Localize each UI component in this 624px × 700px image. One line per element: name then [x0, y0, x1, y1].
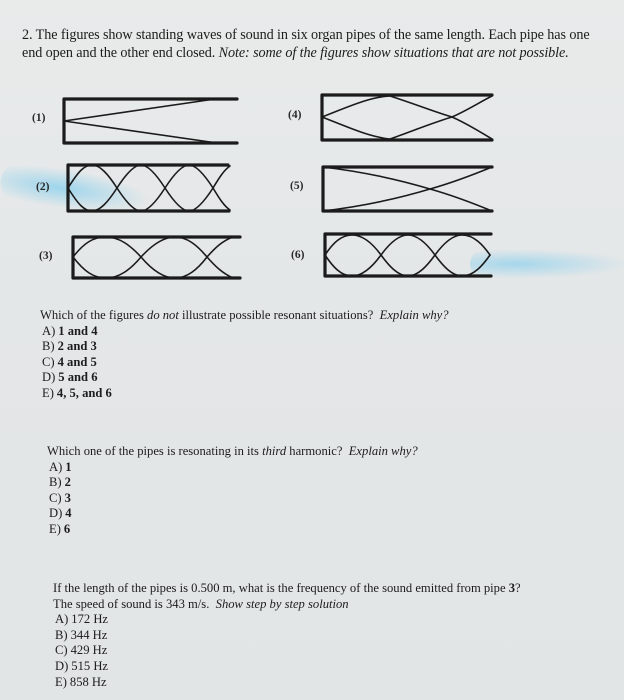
question-1: Which of the figures do not illustrate p… [40, 308, 600, 402]
question-3-stem-text: If the length of the pipes is 0.500 m, w… [53, 581, 509, 595]
option-value: 2 and 3 [57, 339, 97, 354]
question-3-option-e[interactable]: E) 858 Hz [53, 675, 618, 691]
question-1-emphasis: do not [147, 308, 179, 322]
question-2-option-d[interactable]: D) 4 [47, 506, 607, 522]
option-letter: E) [42, 385, 54, 400]
question-2-emphasis: third [262, 444, 287, 458]
pipe-2 [66, 163, 231, 213]
pipe-5-walls [321, 165, 494, 213]
option-value: 858 Hz [69, 674, 107, 689]
question-2-stem-text-end: harmonic? [286, 444, 343, 458]
pipe-4-wave-upper [321, 95, 493, 118]
option-value: 344 Hz [70, 627, 108, 642]
option-value: 172 Hz [71, 612, 109, 627]
question-1-stem-text: Which of the figures [40, 308, 148, 322]
option-letter: E) [55, 674, 67, 689]
question-3-stem-line-2: The speed of sound is 343 m/s. Show step… [53, 597, 618, 613]
question-1-option-d[interactable]: D) 5 and 6 [40, 370, 600, 386]
pipe-4-wave-lower [321, 116, 493, 140]
pipe-3 [71, 235, 242, 280]
pipe-6-walls [323, 232, 493, 278]
question-1-option-c[interactable]: C) 4 and 5 [40, 355, 600, 371]
option-value: 6 [63, 521, 71, 536]
option-value: 4, 5, and 6 [56, 385, 112, 400]
option-value: 4 and 5 [57, 354, 97, 369]
question-3-speed-text: The speed of sound is 343 m/s. [53, 596, 210, 611]
option-value: 1 and 4 [58, 323, 98, 338]
question-2-option-a[interactable]: A) 1 [47, 460, 607, 476]
question-2-stem-text: Which one of the pipes is resonating in … [47, 444, 263, 458]
question-2-explain: Explain why? [348, 444, 418, 458]
pipe-1 [62, 97, 239, 145]
pipe-5-wave-b [322, 188, 493, 212]
question-1-explain: Explain why? [379, 308, 449, 322]
option-letter: D) [42, 370, 56, 385]
question-3-option-d[interactable]: D) 515 Hz [53, 659, 618, 675]
option-letter: E) [49, 521, 61, 536]
pipe-1-walls [62, 97, 239, 145]
option-letter: C) [49, 490, 62, 505]
pipe-2-wave-upper [67, 164, 231, 189]
pipe-4 [320, 93, 494, 142]
question-2-option-b[interactable]: B) 2 [47, 475, 607, 491]
option-value: 5 and 6 [58, 370, 98, 385]
pipe-6-wave-lower [324, 254, 491, 277]
pipe-6 [323, 232, 493, 278]
question-3-option-c[interactable]: C) 429 Hz [53, 643, 618, 659]
question-1-option-a[interactable]: A) 1 and 4 [40, 324, 600, 340]
question-3-question-mark: ? [515, 581, 521, 595]
question-3-option-b[interactable]: B) 344 Hz [53, 628, 618, 644]
option-value: 4 [65, 506, 72, 521]
option-letter: B) [55, 627, 68, 642]
option-value: 3 [64, 490, 71, 505]
question-2-option-c[interactable]: C) 3 [47, 491, 607, 507]
option-letter: A) [55, 612, 69, 627]
question-3: If the length of the pipes is 0.500 m, w… [53, 581, 618, 690]
option-letter: C) [55, 643, 68, 658]
pipe-2-walls [66, 163, 231, 213]
option-letter: B) [49, 475, 62, 490]
question-1-stem: Which of the figures do not illustrate p… [40, 308, 600, 324]
option-letter: B) [42, 339, 55, 354]
question-1-option-e[interactable]: E) 4, 5, and 6 [40, 386, 600, 402]
question-3-stem-line-1: If the length of the pipes is 0.500 m, w… [53, 581, 618, 597]
pipe-6-wave-upper [324, 234, 491, 256]
option-value: 429 Hz [70, 643, 108, 658]
option-letter: D) [55, 658, 69, 673]
question-1-option-b[interactable]: B) 2 and 3 [40, 339, 600, 355]
question-1-stem-text-end: illustrate possible resonant situations? [178, 308, 374, 322]
option-letter: D) [49, 506, 63, 521]
pipe-5-wave-a [322, 166, 493, 190]
option-value: 1 [65, 459, 72, 474]
pipe-3-wave-upper [72, 236, 234, 258]
option-letter: A) [49, 459, 63, 474]
question-2-option-e[interactable]: E) 6 [47, 522, 607, 538]
question-2: Which one of the pipes is resonating in … [47, 444, 607, 538]
pipe-3-wave-lower [72, 256, 234, 279]
option-letter: A) [42, 323, 56, 338]
option-value: 2 [64, 475, 71, 490]
pipe-5 [321, 165, 494, 213]
question-3-instruction: Show step by step solution [215, 596, 349, 611]
option-value: 515 Hz [71, 658, 109, 673]
option-letter: C) [42, 354, 55, 369]
pipe-1-wave [63, 98, 218, 144]
question-2-stem: Which one of the pipes is resonating in … [47, 444, 607, 460]
question-3-option-a[interactable]: A) 172 Hz [53, 612, 618, 628]
pipe-figures [62, 93, 494, 280]
pipe-2-wave-lower [67, 187, 231, 212]
